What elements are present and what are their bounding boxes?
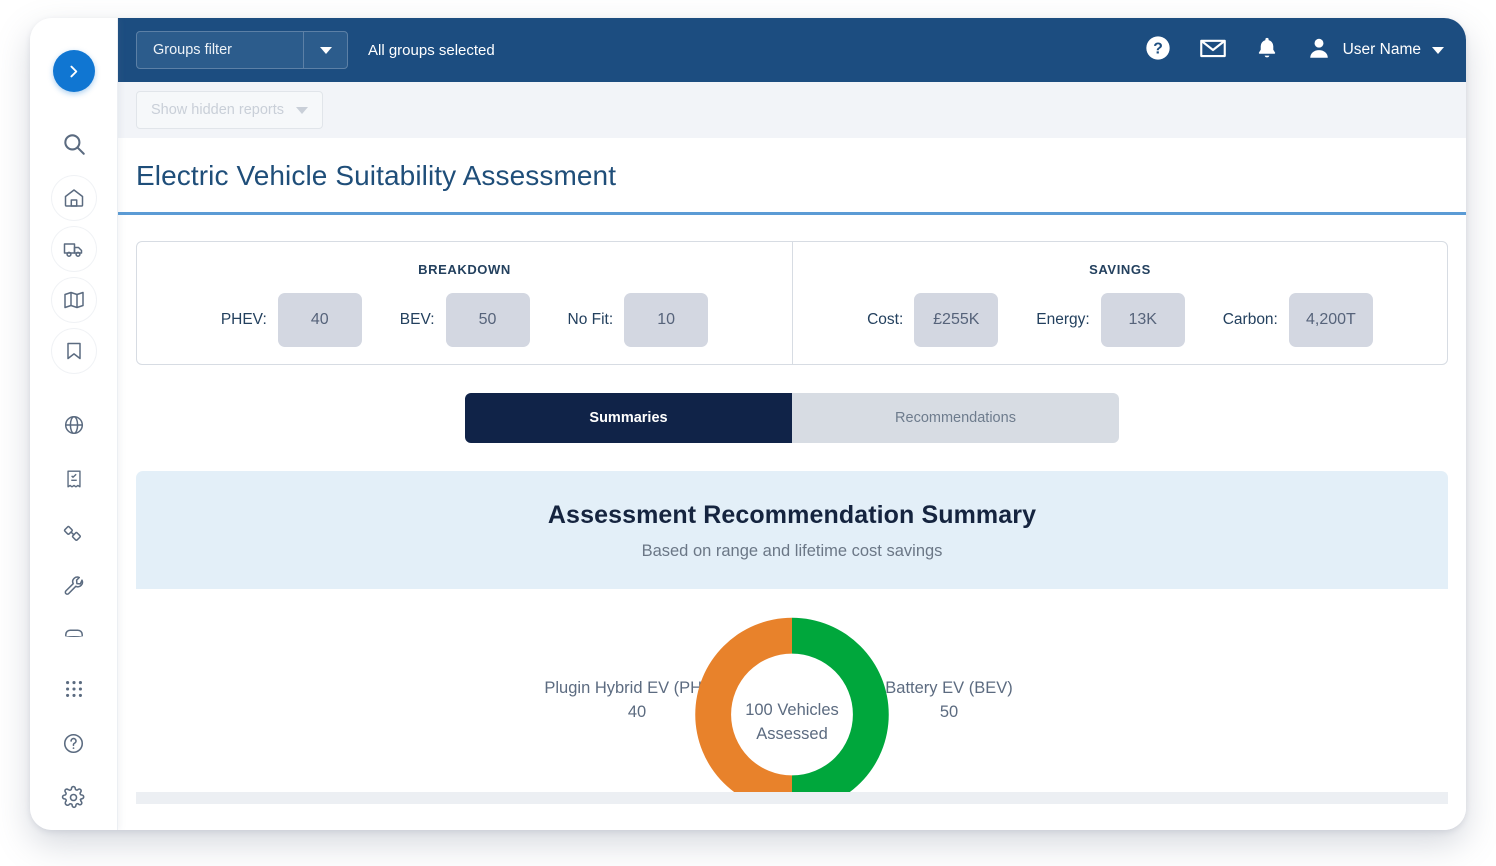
top-header-bar: Groups filter All groups selected ? xyxy=(118,18,1466,82)
stat-value: 10 xyxy=(624,293,708,347)
search-icon xyxy=(61,131,87,157)
donut-chart: Plugin Hybrid EV (PHEV) 40 100 xyxy=(312,589,1272,804)
user-name-label: User Name xyxy=(1343,41,1421,59)
stat-label: BEV: xyxy=(400,311,435,329)
stat-value: 50 xyxy=(446,293,530,347)
savings-heading: SAVINGS xyxy=(1089,262,1151,277)
groups-filter-label: Groups filter xyxy=(137,32,303,68)
chevron-down-icon xyxy=(1432,47,1444,54)
notifications-button[interactable] xyxy=(1254,35,1280,66)
breakdown-heading: BREAKDOWN xyxy=(418,262,511,277)
sidebar-item-settings[interactable] xyxy=(52,775,96,819)
stat-label: Energy: xyxy=(1036,311,1089,329)
donut-legend-right-label: Battery EV (BEV) xyxy=(824,677,1074,701)
sidebar-item-map[interactable] xyxy=(52,278,96,322)
chevron-down-icon xyxy=(296,107,308,114)
breakdown-section: BREAKDOWN PHEV: 40 BEV: 50 No Fit: 10 xyxy=(137,242,792,364)
stat-label: No Fit: xyxy=(568,311,614,329)
sidebar-item-search[interactable] xyxy=(52,122,96,166)
stat-bev: BEV: 50 xyxy=(400,293,530,347)
report-tabs: Summaries Recommendations xyxy=(465,393,1119,443)
content-column: Groups filter All groups selected ? xyxy=(118,18,1466,830)
grid-dots-icon xyxy=(63,678,85,700)
summary-subtitle: Based on range and lifetime cost savings xyxy=(136,542,1448,561)
donut-legend-right: Battery EV (BEV) 50 xyxy=(824,677,1074,725)
sidebar-item-tags[interactable] xyxy=(52,511,96,555)
sidebar-item-home[interactable] xyxy=(52,176,96,220)
savings-section: SAVINGS Cost: £255K Energy: 13K Carbon: xyxy=(792,242,1447,364)
groups-filter-dropdown[interactable]: Groups filter xyxy=(136,31,348,69)
chart-bottom-strip xyxy=(136,792,1448,804)
breakdown-row: PHEV: 40 BEV: 50 No Fit: 10 xyxy=(221,293,708,347)
user-avatar-icon xyxy=(1306,35,1332,66)
chevron-down-icon xyxy=(320,47,332,54)
stat-value: 13K xyxy=(1101,293,1185,347)
show-hidden-reports-dropdown[interactable]: Show hidden reports xyxy=(136,91,323,129)
stat-value: £255K xyxy=(914,293,998,347)
sidebar-item-globe[interactable] xyxy=(52,403,96,447)
donut-chart-area: Plugin Hybrid EV (PHEV) 40 100 xyxy=(136,589,1448,804)
globe-icon xyxy=(62,413,86,437)
stat-label: Cost: xyxy=(867,311,903,329)
sidebar-item-maintenance[interactable] xyxy=(52,565,96,609)
summary-title: Assessment Recommendation Summary xyxy=(136,501,1448,530)
page-body: BREAKDOWN PHEV: 40 BEV: 50 No Fit: 10 xyxy=(118,215,1466,830)
sidebar-item-bookmarks[interactable] xyxy=(52,329,96,373)
stat-cost: Cost: £255K xyxy=(867,293,998,347)
sidebar-item-apps[interactable] xyxy=(52,667,96,711)
sub-toolbar: Show hidden reports xyxy=(118,82,1466,138)
help-button[interactable]: ? xyxy=(1144,34,1172,67)
assessment-summary-card: Assessment Recommendation Summary Based … xyxy=(136,471,1448,804)
stat-phev: PHEV: 40 xyxy=(221,293,362,347)
left-navigation-rail xyxy=(30,18,118,830)
groups-filter-caret[interactable] xyxy=(303,32,347,68)
savings-row: Cost: £255K Energy: 13K Carbon: 4,200T xyxy=(867,293,1373,347)
stat-value: 4,200T xyxy=(1289,293,1373,347)
donut-center-line2: Assessed xyxy=(686,723,898,747)
tab-recommendations[interactable]: Recommendations xyxy=(792,393,1119,443)
summary-stats-panel: BREAKDOWN PHEV: 40 BEV: 50 No Fit: 10 xyxy=(136,241,1448,365)
show-hidden-reports-label: Show hidden reports xyxy=(151,102,284,118)
home-icon xyxy=(62,186,86,210)
notification-bell-icon xyxy=(1254,35,1280,66)
stat-label: PHEV: xyxy=(221,311,267,329)
stat-label: Carbon: xyxy=(1223,311,1278,329)
bookmark-icon xyxy=(62,339,86,363)
user-menu[interactable]: User Name xyxy=(1306,35,1444,66)
tags-icon xyxy=(62,521,86,545)
stat-no-fit: No Fit: 10 xyxy=(568,293,709,347)
summary-banner: Assessment Recommendation Summary Based … xyxy=(136,471,1448,589)
stat-energy: Energy: 13K xyxy=(1036,293,1184,347)
map-icon xyxy=(62,288,86,312)
chevron-right-icon xyxy=(65,63,82,80)
envelope-icon xyxy=(1198,33,1228,68)
stat-value: 40 xyxy=(278,293,362,347)
question-circle-icon xyxy=(61,731,86,756)
messages-button[interactable] xyxy=(1198,33,1228,68)
sidebar-item-help[interactable] xyxy=(52,721,96,765)
page-title: Electric Vehicle Suitability Assessment xyxy=(136,160,1466,192)
stat-carbon: Carbon: 4,200T xyxy=(1223,293,1373,347)
page-title-band: Electric Vehicle Suitability Assessment xyxy=(118,138,1466,215)
header-actions: ? User Name xyxy=(1144,33,1444,68)
tab-summaries[interactable]: Summaries xyxy=(465,393,792,443)
sidebar-item-partial[interactable] xyxy=(52,619,96,637)
expand-sidebar-toggle[interactable] xyxy=(53,50,95,92)
car-icon xyxy=(62,619,86,637)
help-circle-icon: ? xyxy=(1144,34,1172,67)
svg-text:?: ? xyxy=(1153,40,1163,57)
app-window: Groups filter All groups selected ? xyxy=(30,18,1466,830)
receipt-check-icon xyxy=(63,468,85,490)
truck-icon xyxy=(62,237,86,261)
sidebar-item-vehicles[interactable] xyxy=(52,227,96,271)
sidebar-item-reports[interactable] xyxy=(52,457,96,501)
donut-legend-right-value: 50 xyxy=(824,701,1074,725)
wrench-icon xyxy=(62,575,86,599)
gear-icon xyxy=(61,785,86,810)
groups-selected-status: All groups selected xyxy=(368,42,495,59)
